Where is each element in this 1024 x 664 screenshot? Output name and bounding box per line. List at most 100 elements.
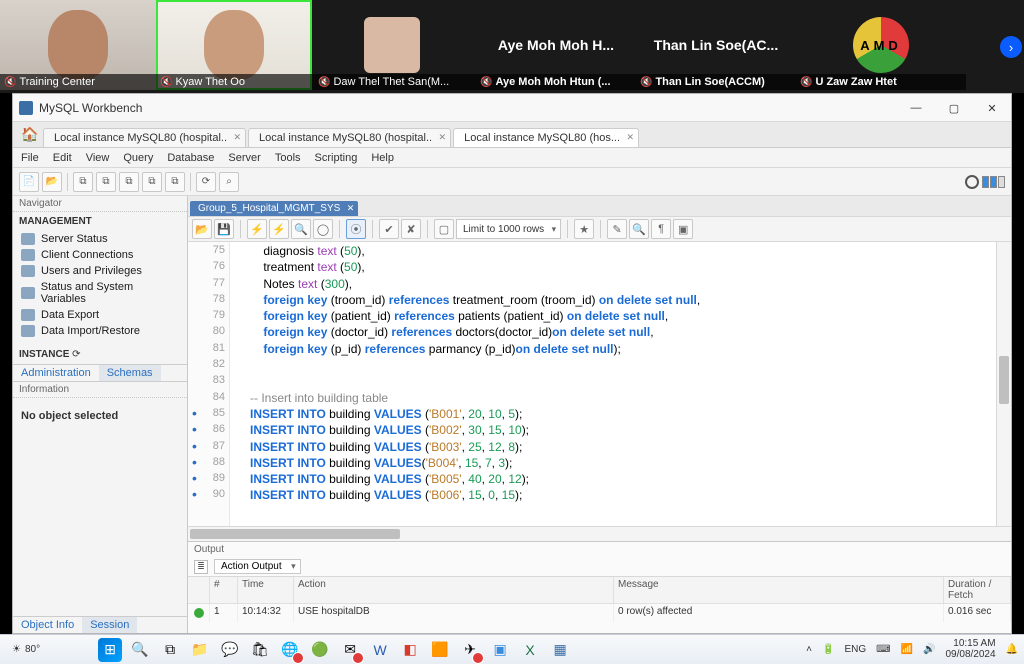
maximize-button[interactable]: ▢ [935,94,973,122]
zoom-icon[interactable]: ▣ [488,638,512,662]
toolbar-icon[interactable]: ⧉ [165,172,185,192]
toolbar-icon[interactable]: ⧉ [119,172,139,192]
next-participants-button[interactable]: › [1000,36,1022,58]
close-icon[interactable]: ✕ [347,203,355,214]
menu-file[interactable]: File [21,152,39,164]
tab-session[interactable]: Session [82,617,137,633]
home-icon[interactable]: 🏠 [21,126,38,143]
save-icon[interactable]: 💾 [214,219,234,239]
close-icon[interactable]: ✕ [626,132,634,143]
connection-tab[interactable]: Local instance MySQL80 (hospital..✕ [248,128,451,147]
sql-file-tab[interactable]: Group_5_Hospital_MGMT_SYS✕ [190,201,358,216]
explorer-icon[interactable]: 📁 [188,638,212,662]
input-icon[interactable]: ⌨ [876,644,890,655]
execute-icon[interactable]: ⚡ [247,219,267,239]
toolbar-icon[interactable]: ⌕ [219,172,239,192]
toggle-icon[interactable]: ⦿ [346,219,366,239]
participant-tile[interactable]: Than Lin Soe(AC... 🔇Than Lin Soe(ACCM) [636,0,796,90]
excel-icon[interactable]: X [518,638,542,662]
edge-icon[interactable]: 🌐 [278,638,302,662]
rollback-icon[interactable]: ✘ [401,219,421,239]
vertical-scrollbar[interactable] [996,242,1011,526]
app-icon[interactable]: 🟧 [428,638,452,662]
menu-query[interactable]: Query [123,152,153,164]
stop-icon[interactable]: ◯ [313,219,333,239]
beautify-icon[interactable]: ✎ [607,219,627,239]
nav-data-import[interactable]: Data Import/Restore [13,323,187,339]
connection-tab[interactable]: Local instance MySQL80 (hos...✕ [453,128,639,147]
toolbar-icon[interactable]: ⟳ [196,172,216,192]
target-icon[interactable] [965,175,979,189]
toolbar-icon[interactable]: ▣ [673,219,693,239]
new-sql-tab-button[interactable]: 📄 [19,172,39,192]
close-icon[interactable]: ✕ [439,132,447,143]
participant-tile[interactable]: Aye Moh Moh H... 🔇Aye Moh Moh Htun (... [476,0,636,90]
commit-icon[interactable]: ✔ [379,219,399,239]
participant-tile[interactable]: 🔇Daw Thel Thet San(M... [314,0,476,90]
nav-server-status[interactable]: Server Status [13,231,187,247]
notifications-icon[interactable]: 🔔 [1006,644,1018,655]
execute-current-icon[interactable]: ⚡ [269,219,289,239]
search-icon[interactable]: 🔍 [128,638,152,662]
output-icon[interactable]: ≣ [194,560,208,574]
pdf-icon[interactable]: ◧ [398,638,422,662]
weather-widget[interactable]: ☀ 80° [6,644,46,655]
nav-tab-schemas[interactable]: Schemas [99,365,161,381]
close-icon[interactable]: ✕ [234,132,242,143]
col-message[interactable]: Message [614,577,944,604]
teams-icon[interactable]: 💬 [218,638,242,662]
row-limit-select[interactable]: Limit to 1000 rows [456,219,561,239]
col-time[interactable]: Time [238,577,294,604]
chrome-icon[interactable]: 🟢 [308,638,332,662]
menu-tools[interactable]: Tools [275,152,301,164]
star-icon[interactable]: ★ [574,219,594,239]
nav-users-privileges[interactable]: Users and Privileges [13,263,187,279]
open-sql-button[interactable]: 📂 [42,172,62,192]
battery-icon[interactable]: 🔋 [822,644,834,655]
menu-help[interactable]: Help [371,152,394,164]
minimize-button[interactable]: — [897,94,935,122]
nav-status-variables[interactable]: Status and System Variables [13,279,187,307]
telegram-icon[interactable]: ✈ [458,638,482,662]
participant-tile[interactable]: 🔇Training Center [0,0,156,90]
word-icon[interactable]: W [368,638,392,662]
tab-object-info[interactable]: Object Info [13,617,82,633]
menu-server[interactable]: Server [228,152,260,164]
task-view-icon[interactable]: ⧉ [158,638,182,662]
language-indicator[interactable]: ENG [844,644,866,655]
toolbar-icon[interactable]: ⧉ [73,172,93,192]
connection-tab[interactable]: Local instance MySQL80 (hospital..✕ [43,128,246,147]
sql-editor[interactable]: 75767778798081828384858687888990 diagnos… [188,242,1011,526]
menu-database[interactable]: Database [167,152,214,164]
workbench-icon[interactable]: ▦ [548,638,572,662]
col-index[interactable]: # [210,577,238,604]
wifi-icon[interactable]: 📶 [901,644,913,655]
autocommit-icon[interactable]: ▢ [434,219,454,239]
col-duration[interactable]: Duration / Fetch [944,577,1011,604]
col-action[interactable]: Action [294,577,614,604]
volume-icon[interactable]: 🔊 [923,644,935,655]
col-status[interactable] [188,577,210,604]
start-button[interactable]: ⊞ [98,638,122,662]
toolbar-icon[interactable]: ⧉ [142,172,162,192]
title-bar[interactable]: MySQL Workbench — ▢ ✕ [13,94,1011,122]
nav-data-export[interactable]: Data Export [13,307,187,323]
panel-toggle[interactable] [982,176,1005,188]
windows-taskbar[interactable]: ☀ 80° ⊞ 🔍 ⧉ 📁 💬 🛍 🌐 🟢 ✉ W ◧ 🟧 ✈ ▣ X ▦ ˄ … [0,634,1024,664]
horizontal-scrollbar[interactable] [188,526,1011,541]
menu-edit[interactable]: Edit [53,152,72,164]
participant-tile[interactable]: AMD 🔇U Zaw Zaw Htet [796,0,966,90]
close-button[interactable]: ✕ [973,94,1011,122]
nav-tab-administration[interactable]: Administration [13,365,99,381]
explain-icon[interactable]: 🔍 [291,219,311,239]
chevron-up-icon[interactable]: ˄ [806,644,812,655]
code-content[interactable]: diagnosis text (50), treatment text (50)… [230,242,700,526]
toolbar-icon[interactable]: ⧉ [96,172,116,192]
menu-scripting[interactable]: Scripting [315,152,358,164]
clock[interactable]: 10:15 AM 09/08/2024 [945,639,995,660]
find-icon[interactable]: 🔍 [629,219,649,239]
store-icon[interactable]: 🛍 [248,638,272,662]
menu-view[interactable]: View [86,152,110,164]
nav-client-connections[interactable]: Client Connections [13,247,187,263]
open-file-icon[interactable]: 📂 [192,219,212,239]
